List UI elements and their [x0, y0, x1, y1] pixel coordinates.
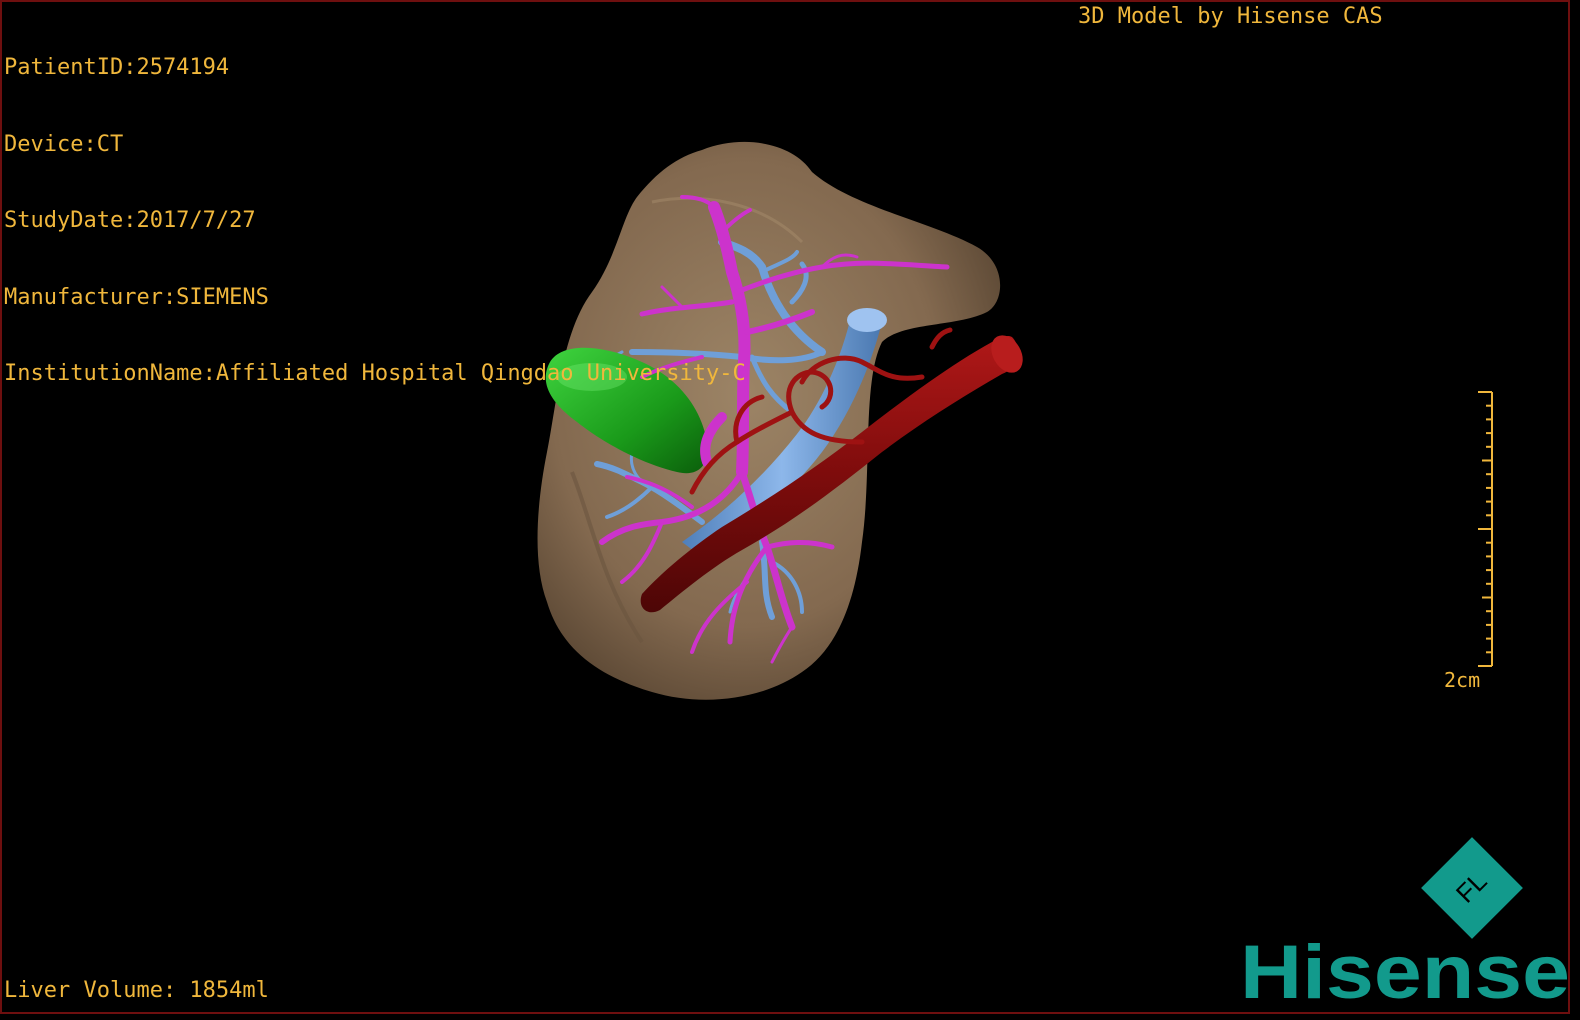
study-date: StudyDate:2017/7/27	[4, 208, 256, 233]
hisense-logo: Hisense	[1240, 930, 1570, 1012]
manufacturer: Manufacturer:SIEMENS	[4, 284, 269, 310]
3d-viewport[interactable]: PatientID:2574194 Device:CT StudyDate:20…	[0, 0, 1570, 1014]
patient-id: PatientID:2574194	[4, 55, 230, 80]
liver-volume: Liver Volume: 1854ml	[4, 978, 269, 1003]
scale-label: 2cm	[1444, 668, 1481, 692]
fl-badge-icon: FL	[1421, 837, 1523, 939]
institution-name: InstitutionName:Affiliated Hospital Qing…	[4, 361, 746, 386]
scale-bar	[1478, 391, 1493, 667]
dicom-metadata: PatientID:2574194 Device:CT StudyDate:20…	[4, 4, 746, 438]
model-credit: 3D Model by Hisense CAS	[1078, 4, 1383, 29]
device: Device:CT	[4, 131, 124, 157]
svg-text:Hisense: Hisense	[1240, 932, 1570, 1008]
